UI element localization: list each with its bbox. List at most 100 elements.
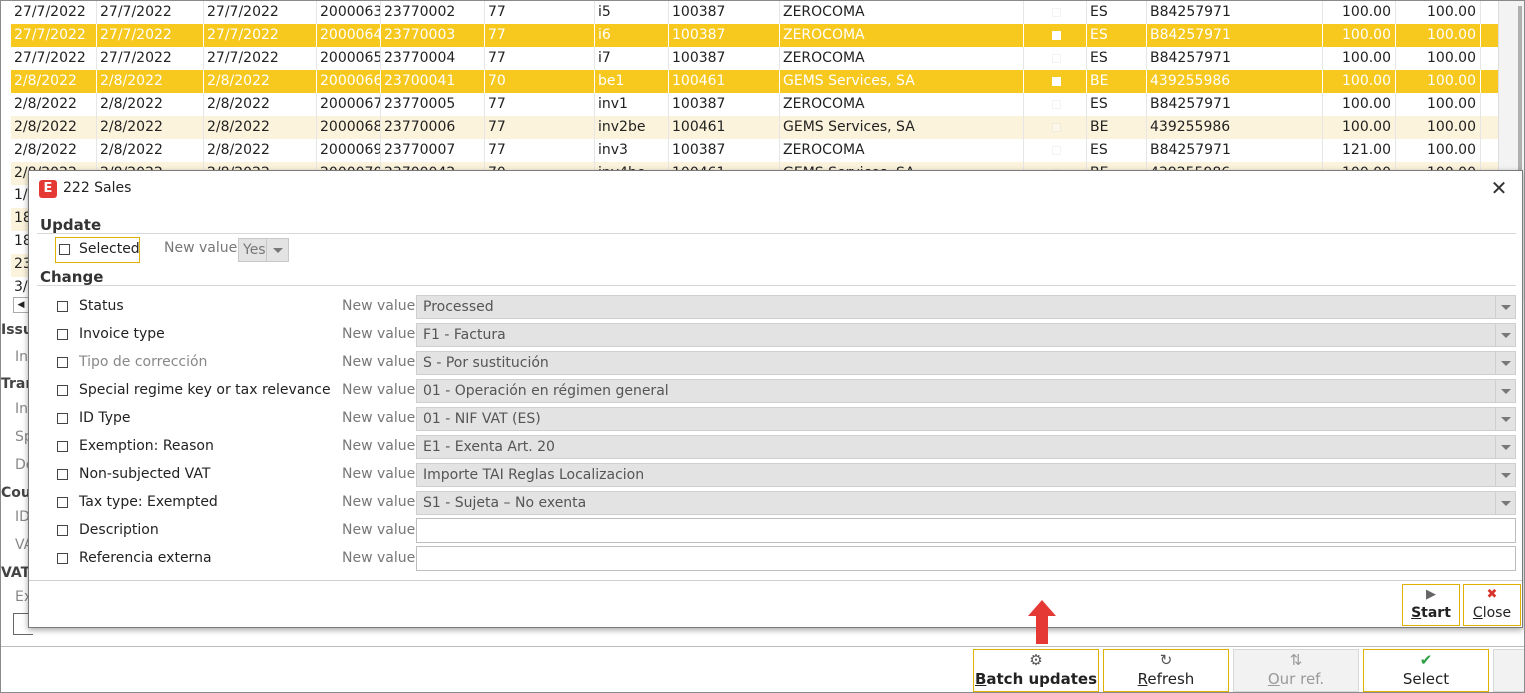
table-cell-amt1: 100.00 xyxy=(1323,93,1396,116)
change-section-title: Change xyxy=(40,268,104,286)
table-cell-amt2: 100.00 xyxy=(1396,47,1481,70)
id-type-checkbox[interactable] xyxy=(57,413,68,424)
table-cell-doc: 2000063 xyxy=(317,1,381,24)
refresh-mnemonic: R xyxy=(1137,670,1148,688)
chevron-down-icon[interactable] xyxy=(1495,296,1515,318)
chevron-down-icon[interactable] xyxy=(266,239,288,261)
table-cell-name: ZEROCOMA xyxy=(780,93,1024,116)
table-cell-code: 77 xyxy=(485,139,595,162)
selected-checkbox[interactable] xyxy=(59,244,70,255)
table-cell-d3: 2/8/2022 xyxy=(204,116,317,139)
chevron-down-icon[interactable] xyxy=(1495,380,1515,402)
chevron-down-icon[interactable] xyxy=(1495,352,1515,374)
tipo-de-correcci-n-checkbox[interactable] xyxy=(57,357,68,368)
row-select-checkbox[interactable] xyxy=(1024,93,1087,116)
id-type-select[interactable]: 01 - NIF VAT (ES) xyxy=(416,407,1516,431)
table-row[interactable]: 2/8/2022 2/8/2022 2/8/2022 2000067 23770005 7… xyxy=(11,93,1498,116)
table-cell-d3: 2/8/2022 xyxy=(204,139,317,162)
status-new-value-label: New value xyxy=(342,298,416,314)
table-cell-d3: 2/8/2022 xyxy=(204,93,317,116)
table-cell-d3: 27/7/2022 xyxy=(204,47,317,70)
special-regime-key-or-tax-relevance-checkbox[interactable] xyxy=(57,385,68,396)
scroll-left-icon[interactable]: ◀ xyxy=(13,297,29,313)
table-cell-name: ZEROCOMA xyxy=(780,47,1024,70)
table-row[interactable]: 2/8/2022 2/8/2022 2/8/2022 2000066 23700041 7… xyxy=(11,70,1498,93)
selected-value-select[interactable]: Yes xyxy=(238,238,289,262)
table-cell-name: ZEROCOMA xyxy=(780,139,1024,162)
invoice-type-checkbox[interactable] xyxy=(57,329,68,340)
non-subjected-vat-checkbox[interactable] xyxy=(57,469,68,480)
row-select-checkbox[interactable] xyxy=(1024,116,1087,139)
exemption-reason-checkbox[interactable] xyxy=(57,441,68,452)
table-cell-doc: 2000066 xyxy=(317,70,381,93)
row-select-checkbox[interactable] xyxy=(1024,47,1087,70)
description-checkbox[interactable] xyxy=(57,525,68,536)
close-button[interactable]: ✖ Close xyxy=(1463,584,1521,626)
tipo-de-correcci-n-select[interactable]: S - Por sustitución xyxy=(416,351,1516,375)
table-row[interactable]: 2/8/2022 2/8/2022 2/8/2022 2000068 23770006 7… xyxy=(11,116,1498,139)
chevron-down-icon[interactable] xyxy=(1495,464,1515,486)
non-subjected-vat-select[interactable]: Importe TAI Reglas Localizacion xyxy=(416,463,1516,487)
table-row[interactable]: 27/7/2022 27/7/2022 27/7/2022 2000064 237700… xyxy=(11,24,1498,47)
table-cell-amt2: 100.00 xyxy=(1396,1,1481,24)
table-cell-d1: 27/7/2022 xyxy=(11,1,97,24)
chevron-down-icon[interactable] xyxy=(1495,436,1515,458)
chevron-down-icon[interactable] xyxy=(1495,324,1515,346)
row-select-checkbox[interactable] xyxy=(1024,139,1087,162)
status-checkbox[interactable] xyxy=(57,301,68,312)
batch-updates-button[interactable]: ⚙ Batch updates xyxy=(973,649,1099,692)
start-button-mnemonic: S xyxy=(1411,605,1422,621)
chevron-down-icon[interactable] xyxy=(1495,492,1515,514)
toolbar-extra-button[interactable] xyxy=(1493,649,1524,692)
close-x-icon: ✖ xyxy=(1486,587,1498,602)
batch-updates-label: atch updates xyxy=(986,670,1098,688)
change-divider xyxy=(37,285,1516,286)
row-select-checkbox[interactable] xyxy=(1024,70,1087,93)
app-window: 27/7/2022 27/7/2022 27/7/2022 2000063 237700… xyxy=(0,0,1525,693)
tax-type-exempted-checkbox[interactable] xyxy=(57,497,68,508)
row-select-checkbox[interactable] xyxy=(1024,1,1087,24)
dialog-title-bar: E 222 Sales ✕ xyxy=(29,171,1522,207)
invoice-type-label: Invoice type xyxy=(79,326,165,342)
table-cell-amt1: 121.00 xyxy=(1323,139,1396,162)
table-cell-inv: inv2be xyxy=(595,116,669,139)
referencia-externa-input[interactable] xyxy=(416,546,1516,571)
exemption-reason-select[interactable]: E1 - Exenta Art. 20 xyxy=(416,435,1516,459)
our-ref-label: ur ref. xyxy=(1279,670,1325,688)
refresh-button[interactable]: ↻ Refresh xyxy=(1103,649,1229,692)
row-select-checkbox[interactable] xyxy=(1024,24,1087,47)
close-button-label: lose xyxy=(1482,605,1512,621)
table-cell-cty: BE xyxy=(1087,70,1147,93)
id-type-new-value-label: New value xyxy=(342,410,416,426)
tax-type-exempted-select[interactable]: S1 - Sujeta – No exenta xyxy=(416,491,1516,515)
table-cell-d2: 27/7/2022 xyxy=(97,47,204,70)
chevron-down-icon[interactable] xyxy=(1495,408,1515,430)
table-row[interactable]: 27/7/2022 27/7/2022 27/7/2022 2000065 237700… xyxy=(11,47,1498,70)
table-cell-amt1: 100.00 xyxy=(1323,70,1396,93)
selected-label: Selected xyxy=(79,241,140,257)
status-select[interactable]: Processed xyxy=(416,295,1516,319)
tipo-de-correcci-n-new-value-label: New value xyxy=(342,354,416,370)
table-cell-acct: 100461 xyxy=(669,116,780,139)
start-button[interactable]: ▶ Start xyxy=(1402,584,1460,626)
table-row[interactable]: 2/8/2022 2/8/2022 2/8/2022 2000069 23770007 7… xyxy=(11,139,1498,162)
table-cell-inv: i7 xyxy=(595,47,669,70)
exemption-reason-new-value-label: New value xyxy=(342,438,416,454)
special-regime-key-or-tax-relevance-select[interactable]: 01 - Operación en régimen general xyxy=(416,379,1516,403)
table-row[interactable]: 27/7/2022 27/7/2022 27/7/2022 2000063 237700… xyxy=(11,1,1498,24)
table-cell-code: 77 xyxy=(485,1,595,24)
select-button[interactable]: ✔ Select xyxy=(1363,649,1489,692)
selected-checkbox-field[interactable]: Selected xyxy=(55,237,140,263)
table-cell-ref: 23770004 xyxy=(381,47,485,70)
partial-row: 1/ xyxy=(11,185,29,208)
table-cell-d1: 2/8/2022 xyxy=(11,70,97,93)
invoice-type-select[interactable]: F1 - Factura xyxy=(416,323,1516,347)
table-cell-cty: ES xyxy=(1087,24,1147,47)
description-input[interactable] xyxy=(416,518,1516,543)
close-icon[interactable]: ✕ xyxy=(1488,177,1510,199)
update-section-title: Update xyxy=(40,216,102,234)
table-cell-inv: be1 xyxy=(595,70,669,93)
referencia-externa-checkbox[interactable] xyxy=(57,553,68,564)
table-cell-ref: 23770005 xyxy=(381,93,485,116)
our-ref-button[interactable]: ⇅ Our ref. xyxy=(1233,649,1359,692)
